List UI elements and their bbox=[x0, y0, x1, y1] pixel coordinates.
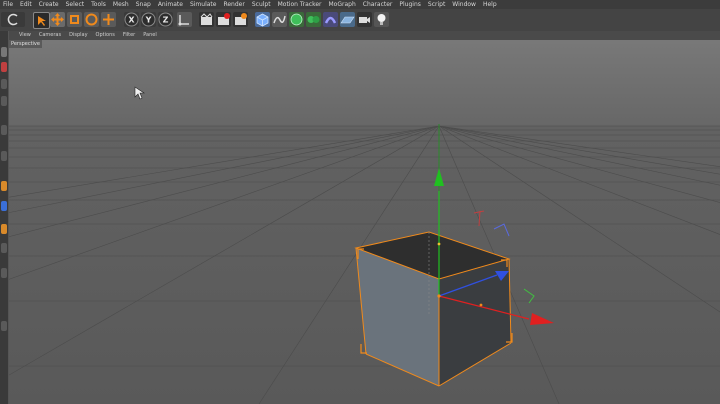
render-view-icon[interactable] bbox=[199, 12, 214, 27]
menu-create[interactable]: Create bbox=[39, 0, 59, 9]
menu-simulate[interactable]: Simulate bbox=[190, 0, 217, 9]
axis-y-button[interactable]: Y bbox=[141, 12, 156, 27]
array-object-icon[interactable] bbox=[306, 12, 321, 27]
palette-tool-icon[interactable] bbox=[1, 151, 7, 161]
palette-tool-icon[interactable] bbox=[1, 47, 7, 57]
main-toolbar: X Y Z bbox=[0, 9, 720, 32]
coordinate-system-icon[interactable] bbox=[177, 12, 192, 27]
deformer-icon[interactable] bbox=[323, 12, 338, 27]
palette-tool-icon[interactable] bbox=[1, 62, 7, 72]
main-menu-bar: File Edit Create Select Tools Mesh Snap … bbox=[0, 0, 720, 9]
palette-tool-icon[interactable] bbox=[1, 224, 7, 234]
menu-script[interactable]: Script bbox=[428, 0, 445, 9]
viewport-menu-bar: View Cameras Display Options Filter Pane… bbox=[9, 31, 720, 40]
menu-window[interactable]: Window bbox=[452, 0, 476, 9]
render-picture-viewer-icon[interactable] bbox=[216, 12, 231, 27]
transform-tool-icon[interactable] bbox=[101, 12, 116, 27]
rotate-tool-icon[interactable] bbox=[84, 12, 99, 27]
viewport-menu-panel[interactable]: Panel bbox=[143, 31, 157, 40]
viewport-3d[interactable] bbox=[9, 31, 720, 404]
menu-help[interactable]: Help bbox=[483, 0, 497, 9]
palette-tool-icon[interactable] bbox=[1, 201, 7, 211]
palette-tool-icon[interactable] bbox=[1, 96, 7, 106]
viewport-menu-options[interactable]: Options bbox=[96, 31, 115, 40]
palette-tool-icon[interactable] bbox=[1, 79, 7, 89]
palette-tool-icon[interactable] bbox=[1, 243, 7, 253]
viewport-camera-label: Perspective bbox=[9, 40, 42, 48]
menu-file[interactable]: File bbox=[3, 0, 13, 9]
scale-tool-icon[interactable] bbox=[67, 12, 82, 27]
light-icon[interactable] bbox=[374, 12, 389, 27]
object-axis-origin bbox=[437, 294, 441, 298]
viewport-background bbox=[9, 31, 720, 126]
viewport-menu-cameras[interactable]: Cameras bbox=[39, 31, 61, 40]
menu-select[interactable]: Select bbox=[66, 0, 85, 9]
axis-z-button[interactable]: Z bbox=[158, 12, 173, 27]
live-selection-icon[interactable] bbox=[33, 12, 50, 29]
spline-pen-icon[interactable] bbox=[272, 12, 287, 27]
axis-z-label: Z bbox=[163, 16, 169, 25]
palette-tool-icon[interactable] bbox=[1, 268, 7, 278]
menu-sculpt[interactable]: Sculpt bbox=[252, 0, 271, 9]
viewport-menu-display[interactable]: Display bbox=[69, 31, 87, 40]
menu-tools[interactable]: Tools bbox=[91, 0, 106, 9]
viewport-menu-view[interactable]: View bbox=[19, 31, 31, 40]
menu-mesh[interactable]: Mesh bbox=[113, 0, 129, 9]
menu-animate[interactable]: Animate bbox=[158, 0, 183, 9]
palette-tool-icon[interactable] bbox=[1, 181, 7, 191]
menu-render[interactable]: Render bbox=[223, 0, 244, 9]
gizmo-point bbox=[479, 303, 483, 307]
subdivision-surface-icon[interactable] bbox=[289, 12, 304, 27]
floor-object-icon[interactable] bbox=[340, 12, 355, 27]
axis-y-label: Y bbox=[145, 16, 152, 25]
left-tool-palette bbox=[0, 31, 9, 404]
menu-snap[interactable]: Snap bbox=[136, 0, 151, 9]
camera-icon[interactable] bbox=[357, 12, 372, 27]
axis-x-button[interactable]: X bbox=[124, 12, 139, 27]
render-settings-icon[interactable] bbox=[233, 12, 248, 27]
move-tool-icon[interactable] bbox=[50, 12, 65, 27]
menu-plugins[interactable]: Plugins bbox=[399, 0, 421, 9]
palette-tool-icon[interactable] bbox=[1, 321, 7, 331]
undo-icon[interactable] bbox=[1, 12, 25, 27]
palette-tool-icon[interactable] bbox=[1, 125, 7, 135]
axis-x-label: X bbox=[128, 16, 135, 25]
menu-edit[interactable]: Edit bbox=[20, 0, 32, 9]
menu-mograph[interactable]: MoGraph bbox=[329, 0, 356, 9]
menu-character[interactable]: Character bbox=[363, 0, 393, 9]
cube-object-icon[interactable] bbox=[255, 12, 270, 27]
viewport-menu-filter[interactable]: Filter bbox=[123, 31, 135, 40]
menu-motion-tracker[interactable]: Motion Tracker bbox=[278, 0, 322, 9]
gizmo-point bbox=[437, 242, 441, 246]
